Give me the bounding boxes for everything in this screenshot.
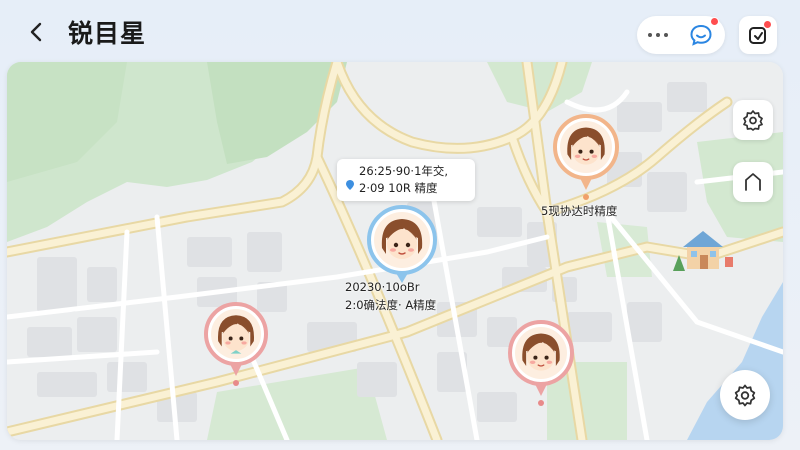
map-view[interactable]: 26:25·90·1年交, 2·09 10R 精度 5现协达时精度 20230·… bbox=[7, 62, 783, 440]
girl-avatar-icon bbox=[560, 121, 612, 173]
message-button[interactable] bbox=[679, 16, 723, 54]
more-button[interactable] bbox=[637, 16, 679, 54]
marker-tail bbox=[580, 178, 592, 190]
message-badge bbox=[710, 17, 719, 26]
settings-fab[interactable] bbox=[720, 370, 770, 420]
girl-avatar-icon bbox=[515, 327, 567, 379]
share-button[interactable] bbox=[739, 16, 777, 54]
member-marker-pink-right[interactable] bbox=[508, 320, 574, 410]
info-card-line1: 26:25·90·1年交, bbox=[359, 164, 449, 178]
page-title: 锐目星 bbox=[68, 19, 147, 48]
home-button[interactable] bbox=[733, 162, 773, 202]
header-bar: 锐目星 bbox=[0, 0, 800, 62]
marker-label-top-right: 5现协达时精度 bbox=[541, 204, 618, 218]
member-marker-orange[interactable] bbox=[553, 114, 619, 204]
map-setting-button[interactable] bbox=[733, 100, 773, 140]
gear-icon bbox=[734, 384, 756, 407]
header-capsule bbox=[637, 16, 725, 54]
marker-label-center-line1: 20230·10oBr bbox=[345, 280, 420, 294]
settings-cog-icon bbox=[743, 110, 763, 131]
more-dots-icon bbox=[648, 33, 668, 37]
back-button[interactable] bbox=[22, 18, 50, 46]
marker-label-center-line2: 2:0确法度· A精度 bbox=[345, 298, 437, 312]
info-card-line2: 2·09 10R 精度 bbox=[359, 181, 438, 195]
member-marker-selected[interactable] bbox=[367, 205, 437, 287]
location-info-card: 26:25·90·1年交, 2·09 10R 精度 bbox=[337, 159, 475, 201]
marker-ring bbox=[553, 114, 619, 180]
girl-avatar-icon bbox=[211, 309, 261, 359]
share-badge bbox=[764, 21, 771, 28]
marker-tail bbox=[535, 384, 547, 396]
message-smile-icon bbox=[690, 24, 712, 46]
chevron-left-icon bbox=[30, 22, 42, 42]
marker-tail bbox=[230, 364, 242, 376]
marker-ring bbox=[367, 205, 437, 275]
marker-ring bbox=[204, 302, 268, 366]
marker-dot bbox=[583, 194, 589, 200]
girl-avatar-icon bbox=[374, 212, 430, 268]
location-pin-icon bbox=[346, 180, 354, 190]
marker-ring bbox=[508, 320, 574, 386]
marker-dot bbox=[538, 400, 544, 406]
marker-dot bbox=[233, 380, 239, 386]
home-outline-icon bbox=[745, 173, 761, 191]
member-marker-pink-left[interactable] bbox=[204, 302, 268, 390]
